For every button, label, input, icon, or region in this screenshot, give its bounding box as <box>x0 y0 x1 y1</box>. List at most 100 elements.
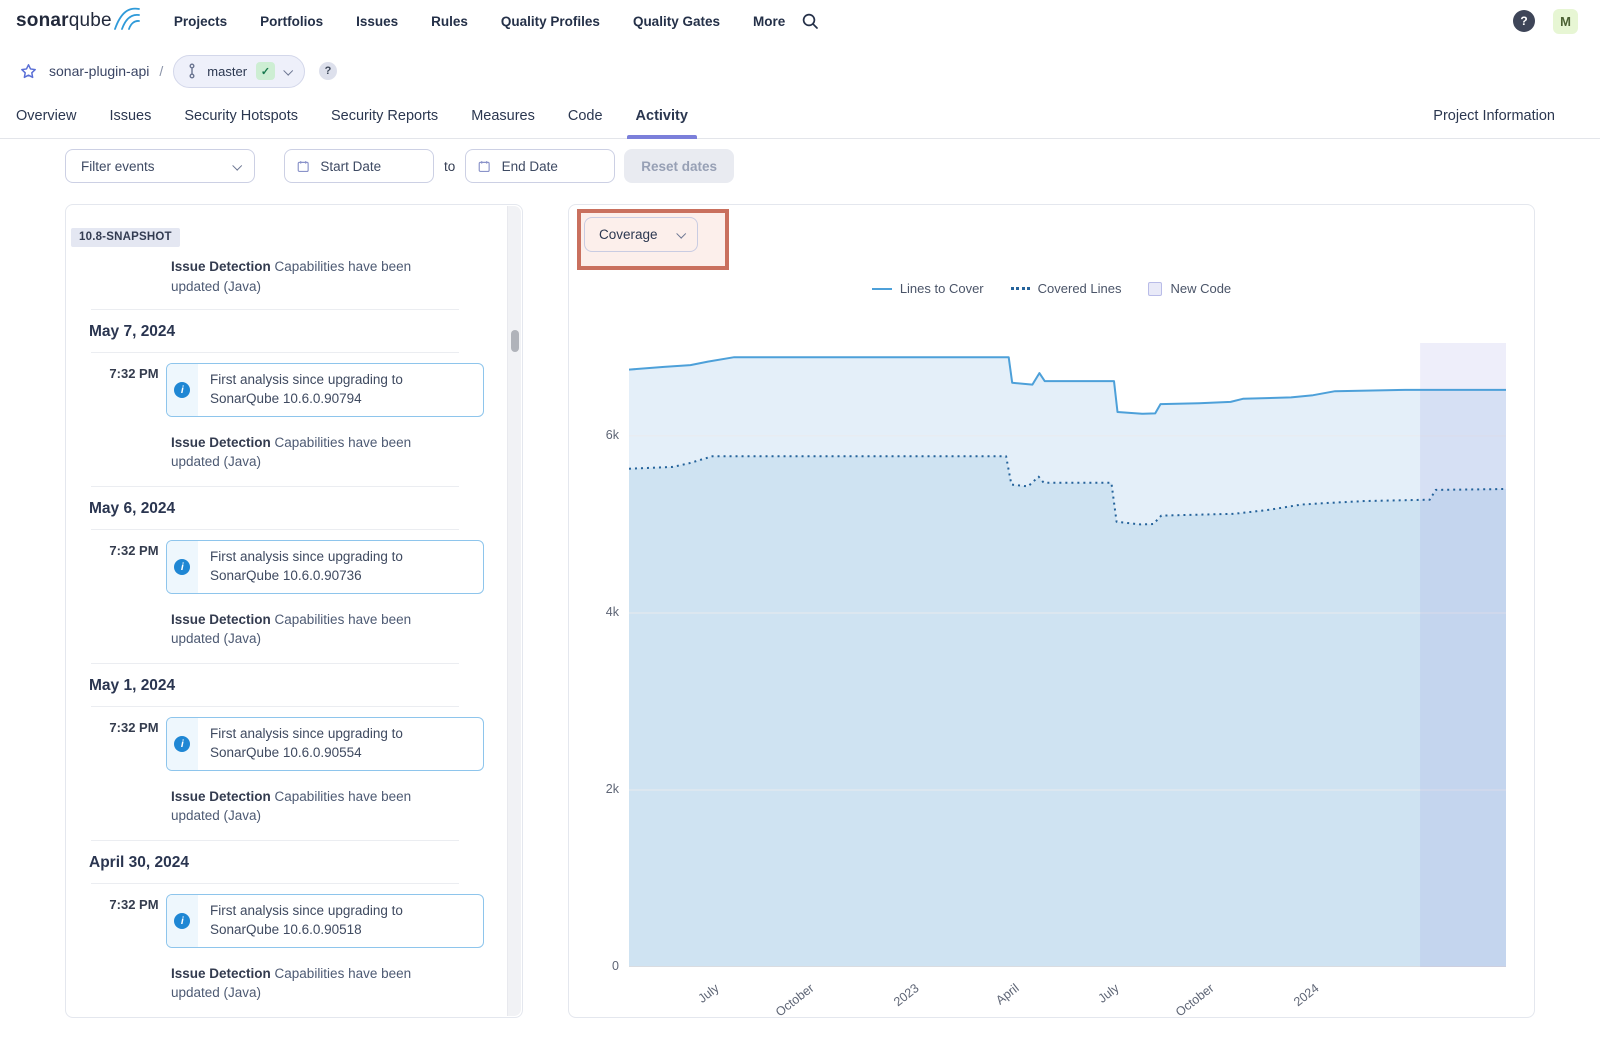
breadcrumb: sonar-plugin-api / master ✓ ? <box>0 42 1600 94</box>
events-scrollbar-track[interactable] <box>507 206 521 1016</box>
favorite-star-icon[interactable] <box>20 63 37 80</box>
activity-filters: Filter events to Reset dates <box>65 149 1600 183</box>
y-axis-label: 0 <box>575 959 619 973</box>
search-icon[interactable] <box>801 12 819 30</box>
coverage-chart-plot[interactable] <box>629 343 1506 967</box>
to-label: to <box>444 159 455 174</box>
event-group: May 1, 20247:32 PMiFirst analysis since … <box>71 663 484 826</box>
events-list: 10.8-SNAPSHOT Issue Detection Capabiliti… <box>66 205 522 1017</box>
nav-item-more[interactable]: More <box>753 14 785 29</box>
end-date-input-box[interactable] <box>465 149 615 183</box>
reset-dates-button[interactable]: Reset dates <box>624 149 734 183</box>
analysis-info-card[interactable]: iFirst analysis since upgrading to Sonar… <box>166 717 484 771</box>
new-code-swatch <box>1148 282 1162 296</box>
tab-measures[interactable]: Measures <box>471 98 535 138</box>
y-axis-label: 6k <box>575 428 619 442</box>
nav-item-rules[interactable]: Rules <box>431 14 468 29</box>
divider <box>91 309 459 310</box>
event-date: April 30, 2024 <box>89 854 484 872</box>
legend-item-covered-lines[interactable]: Covered Lines <box>1011 281 1122 296</box>
nav-item-quality-gates[interactable]: Quality Gates <box>633 14 720 29</box>
version-badge: 10.8-SNAPSHOT <box>71 228 180 247</box>
tab-security-hotspots[interactable]: Security Hotspots <box>184 98 298 138</box>
analysis-info-card[interactable]: iFirst analysis since upgrading to Sonar… <box>166 540 484 594</box>
graph-metric-label: Coverage <box>599 227 658 242</box>
chevron-down-icon <box>676 229 686 239</box>
dotted-line-swatch <box>1011 287 1030 290</box>
calendar-icon <box>478 159 490 174</box>
divider <box>91 352 459 353</box>
legend-label: New Code <box>1170 281 1231 296</box>
tab-security-reports[interactable]: Security Reports <box>331 98 438 138</box>
calendar-icon <box>297 159 309 174</box>
y-axis-label: 4k <box>575 605 619 619</box>
main-nav: Projects Portfolios Issues Rules Quality Pro… <box>174 14 785 29</box>
project-information-link[interactable]: Project Information <box>1433 108 1555 138</box>
nav-item-quality-profiles[interactable]: Quality Profiles <box>501 14 600 29</box>
info-card-text: First analysis since upgrading to SonarQ… <box>198 541 483 593</box>
event-description: Issue Detection Capabilities have been u… <box>171 433 454 472</box>
analysis-info-card[interactable]: iFirst analysis since upgrading to Sonar… <box>166 894 484 948</box>
project-name-link[interactable]: sonar-plugin-api <box>49 63 149 79</box>
graph-metric-select[interactable]: Coverage <box>584 217 698 252</box>
branch-selector[interactable]: master ✓ <box>173 55 305 88</box>
x-axis-label: April <box>950 981 1022 1018</box>
x-axis-label: October <box>745 981 817 1018</box>
analysis-row: 7:32 PMiFirst analysis since upgrading t… <box>71 363 484 417</box>
info-card-text: First analysis since upgrading to SonarQ… <box>198 364 483 416</box>
x-axis-label: July <box>650 981 722 1018</box>
events-scrollbar-thumb[interactable] <box>511 330 519 352</box>
solid-line-swatch <box>872 288 892 290</box>
y-axis-label: 2k <box>575 782 619 796</box>
project-tab-bar: Overview Issues Security Hotspots Security … <box>0 94 1600 139</box>
event-description: Issue Detection Capabilities have been u… <box>171 787 454 826</box>
end-date-input[interactable] <box>500 158 605 175</box>
divider <box>91 883 459 884</box>
top-navigation-bar: sonarqube Projects Portfolios Issues Rules Q… <box>0 0 1600 42</box>
divider <box>91 663 459 664</box>
info-icon: i <box>167 718 198 770</box>
info-icon: i <box>167 895 198 947</box>
branch-status-badge: ✓ <box>256 62 275 80</box>
legend-item-new-code[interactable]: New Code <box>1148 281 1231 296</box>
event-description: Issue Detection Capabilities have been u… <box>171 610 454 649</box>
branch-help-icon[interactable]: ? <box>319 62 337 80</box>
info-icon: i <box>167 541 198 593</box>
tab-issues[interactable]: Issues <box>109 98 151 138</box>
x-axis-label: 2024 <box>1250 981 1322 1018</box>
event-group: May 7, 20247:32 PMiFirst analysis since … <box>71 309 484 472</box>
legend-item-lines-to-cover[interactable]: Lines to Cover <box>872 281 984 296</box>
coverage-chart-svg[interactable] <box>629 343 1506 967</box>
event-description: Issue Detection Capabilities have been u… <box>171 257 454 296</box>
activity-graph-panel: Coverage Lines to Cover Covered Lines New … <box>568 204 1535 1018</box>
sonarqube-logo-text: sonarqube <box>16 8 112 34</box>
tab-activity[interactable]: Activity <box>636 98 688 138</box>
event-date: May 6, 2024 <box>89 500 484 518</box>
analysis-info-card[interactable]: iFirst analysis since upgrading to Sonar… <box>166 363 484 417</box>
event-group: April 30, 20247:32 PMiFirst analysis sin… <box>71 840 484 1003</box>
nav-item-projects[interactable]: Projects <box>174 14 227 29</box>
event-groups: May 7, 20247:32 PMiFirst analysis since … <box>71 309 484 1017</box>
filter-events-select[interactable]: Filter events <box>65 149 255 183</box>
info-card-text: First analysis since upgrading to SonarQ… <box>198 895 483 947</box>
chart-legend: Lines to Cover Covered Lines New Code <box>569 281 1534 296</box>
divider <box>91 486 459 487</box>
event-date: May 1, 2024 <box>89 677 484 695</box>
tab-overview[interactable]: Overview <box>16 98 76 138</box>
help-button[interactable]: ? <box>1513 10 1535 32</box>
nav-item-portfolios[interactable]: Portfolios <box>260 14 323 29</box>
divider <box>91 529 459 530</box>
start-date-input-box[interactable] <box>284 149 434 183</box>
filter-events-label: Filter events <box>81 159 155 174</box>
event-time: 7:32 PM <box>71 540 159 594</box>
nav-item-issues[interactable]: Issues <box>356 14 398 29</box>
chevron-down-icon <box>283 65 293 75</box>
divider <box>91 840 459 841</box>
sonarqube-logo[interactable]: sonarqube <box>16 8 140 34</box>
breadcrumb-separator: / <box>159 63 163 79</box>
event-group: May 6, 2024 7:32 PMiFirst analysis since … <box>71 486 484 649</box>
tab-code[interactable]: Code <box>568 98 603 138</box>
start-date-input[interactable] <box>318 158 423 175</box>
user-avatar[interactable]: M <box>1553 9 1578 34</box>
analysis-row: 7:32 PMiFirst analysis since upgrading t… <box>71 540 484 594</box>
